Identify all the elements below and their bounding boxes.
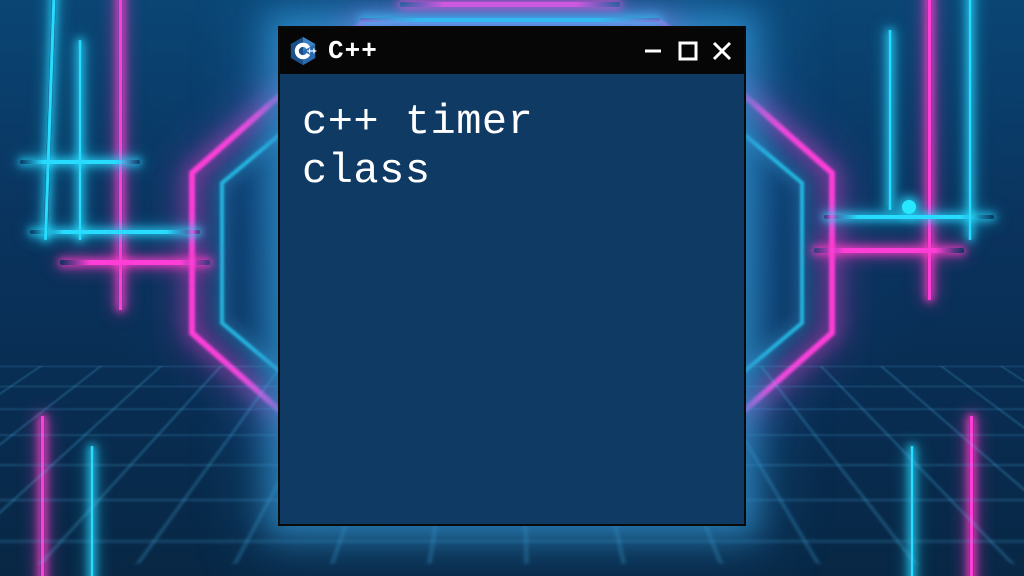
neon-line — [968, 0, 972, 240]
neon-line — [78, 40, 82, 240]
minimize-button[interactable] — [642, 39, 666, 63]
titlebar[interactable]: C++ — [280, 28, 744, 74]
close-button[interactable] — [710, 39, 734, 63]
window-client-area: c++ timer class — [280, 74, 744, 219]
neon-line — [927, 0, 932, 300]
neon-line — [30, 230, 200, 234]
terminal-window: C++ c++ timer class — [278, 26, 746, 526]
neon-line — [360, 18, 660, 22]
window-controls — [642, 39, 734, 63]
window-title: C++ — [328, 36, 378, 66]
neon-line — [60, 260, 210, 265]
neon-line — [20, 160, 140, 164]
maximize-button[interactable] — [676, 39, 700, 63]
neon-line — [888, 30, 892, 210]
title-left: C++ — [288, 36, 378, 66]
terminal-text: c++ timer class — [302, 98, 722, 195]
neon-line — [43, 0, 56, 240]
cpp-icon — [288, 36, 318, 66]
neon-line — [824, 215, 994, 219]
neon-line — [814, 248, 964, 253]
neon-line — [400, 2, 620, 7]
neon-dot — [902, 200, 916, 214]
